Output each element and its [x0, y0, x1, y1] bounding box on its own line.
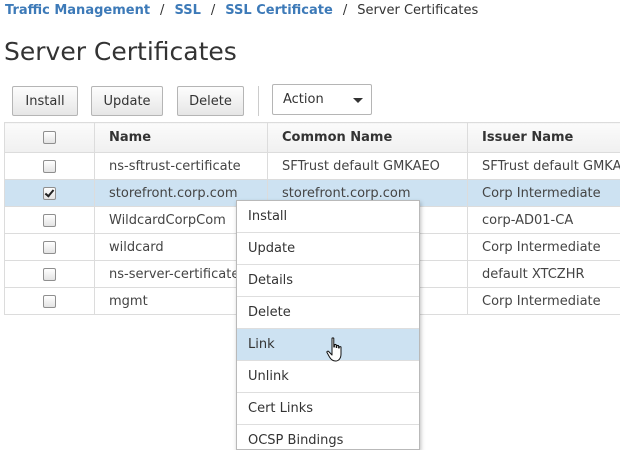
checkbox-icon[interactable] — [43, 131, 56, 144]
row-issuer: Corp Intermediate — [468, 288, 620, 315]
column-header-issuer-name[interactable]: Issuer Name — [468, 123, 620, 153]
row-checkbox-cell — [5, 153, 95, 180]
breadcrumb-separator: / — [343, 3, 347, 18]
row-checkbox-cell — [5, 207, 95, 234]
toolbar-divider — [258, 86, 259, 116]
row-checkbox-cell — [5, 261, 95, 288]
row-issuer: corp-AD01-CA — [468, 207, 620, 234]
row-checkbox-cell — [5, 234, 95, 261]
breadcrumb-traffic-management[interactable]: Traffic Management — [5, 3, 150, 18]
update-button[interactable]: Update — [91, 86, 163, 116]
row-issuer: Corp Intermediate — [468, 180, 620, 207]
action-dropdown[interactable]: Action — [272, 84, 372, 115]
context-menu: Install Update Details Delete Link Unlin… — [236, 200, 420, 450]
checkmark-icon[interactable] — [43, 187, 56, 200]
menu-item-unlink[interactable]: Unlink — [237, 361, 419, 393]
checkbox-icon[interactable] — [43, 214, 56, 227]
column-header-name[interactable]: Name — [95, 123, 268, 153]
menu-item-install[interactable]: Install — [237, 201, 419, 233]
row-checkbox-cell — [5, 288, 95, 315]
checkbox-icon[interactable] — [43, 160, 56, 173]
breadcrumb-ssl[interactable]: SSL — [174, 3, 200, 18]
breadcrumb-separator: / — [211, 3, 215, 18]
caret-down-icon — [353, 98, 363, 103]
breadcrumb-ssl-certificate[interactable]: SSL Certificate — [225, 3, 333, 18]
row-checkbox-cell — [5, 180, 95, 207]
checkbox-icon[interactable] — [43, 295, 56, 308]
table-header-row: Name Common Name Issuer Name — [5, 123, 620, 153]
menu-item-details[interactable]: Details — [237, 265, 419, 297]
menu-item-cert-links[interactable]: Cert Links — [237, 393, 419, 425]
action-dropdown-label: Action — [283, 92, 324, 107]
column-header-common-name[interactable]: Common Name — [268, 123, 468, 153]
install-button[interactable]: Install — [12, 86, 78, 116]
page-title: Server Certificates — [4, 36, 237, 68]
checkbox-icon[interactable] — [43, 268, 56, 281]
menu-item-delete[interactable]: Delete — [237, 297, 419, 329]
row-issuer: SFTrust default GMKAEO — [468, 153, 620, 180]
breadcrumb: Traffic Management / SSL / SSL Certificate / S… — [5, 3, 478, 19]
row-common-name: SFTrust default GMKAEO — [268, 153, 468, 180]
hand-pointer-cursor-icon — [326, 337, 346, 363]
row-issuer: default XTCZHR — [468, 261, 620, 288]
select-all-cell — [5, 123, 95, 153]
checkbox-icon[interactable] — [43, 241, 56, 254]
table-row[interactable]: ns-sftrust-certificate SFTrust default G… — [5, 153, 620, 180]
breadcrumb-separator: / — [160, 3, 164, 18]
delete-button[interactable]: Delete — [177, 86, 244, 116]
menu-item-update[interactable]: Update — [237, 233, 419, 265]
row-issuer: Corp Intermediate — [468, 234, 620, 261]
menu-item-ocsp-bindings[interactable]: OCSP Bindings — [237, 425, 419, 450]
row-name: ns-sftrust-certificate — [95, 153, 268, 180]
breadcrumb-current: Server Certificates — [357, 3, 478, 18]
